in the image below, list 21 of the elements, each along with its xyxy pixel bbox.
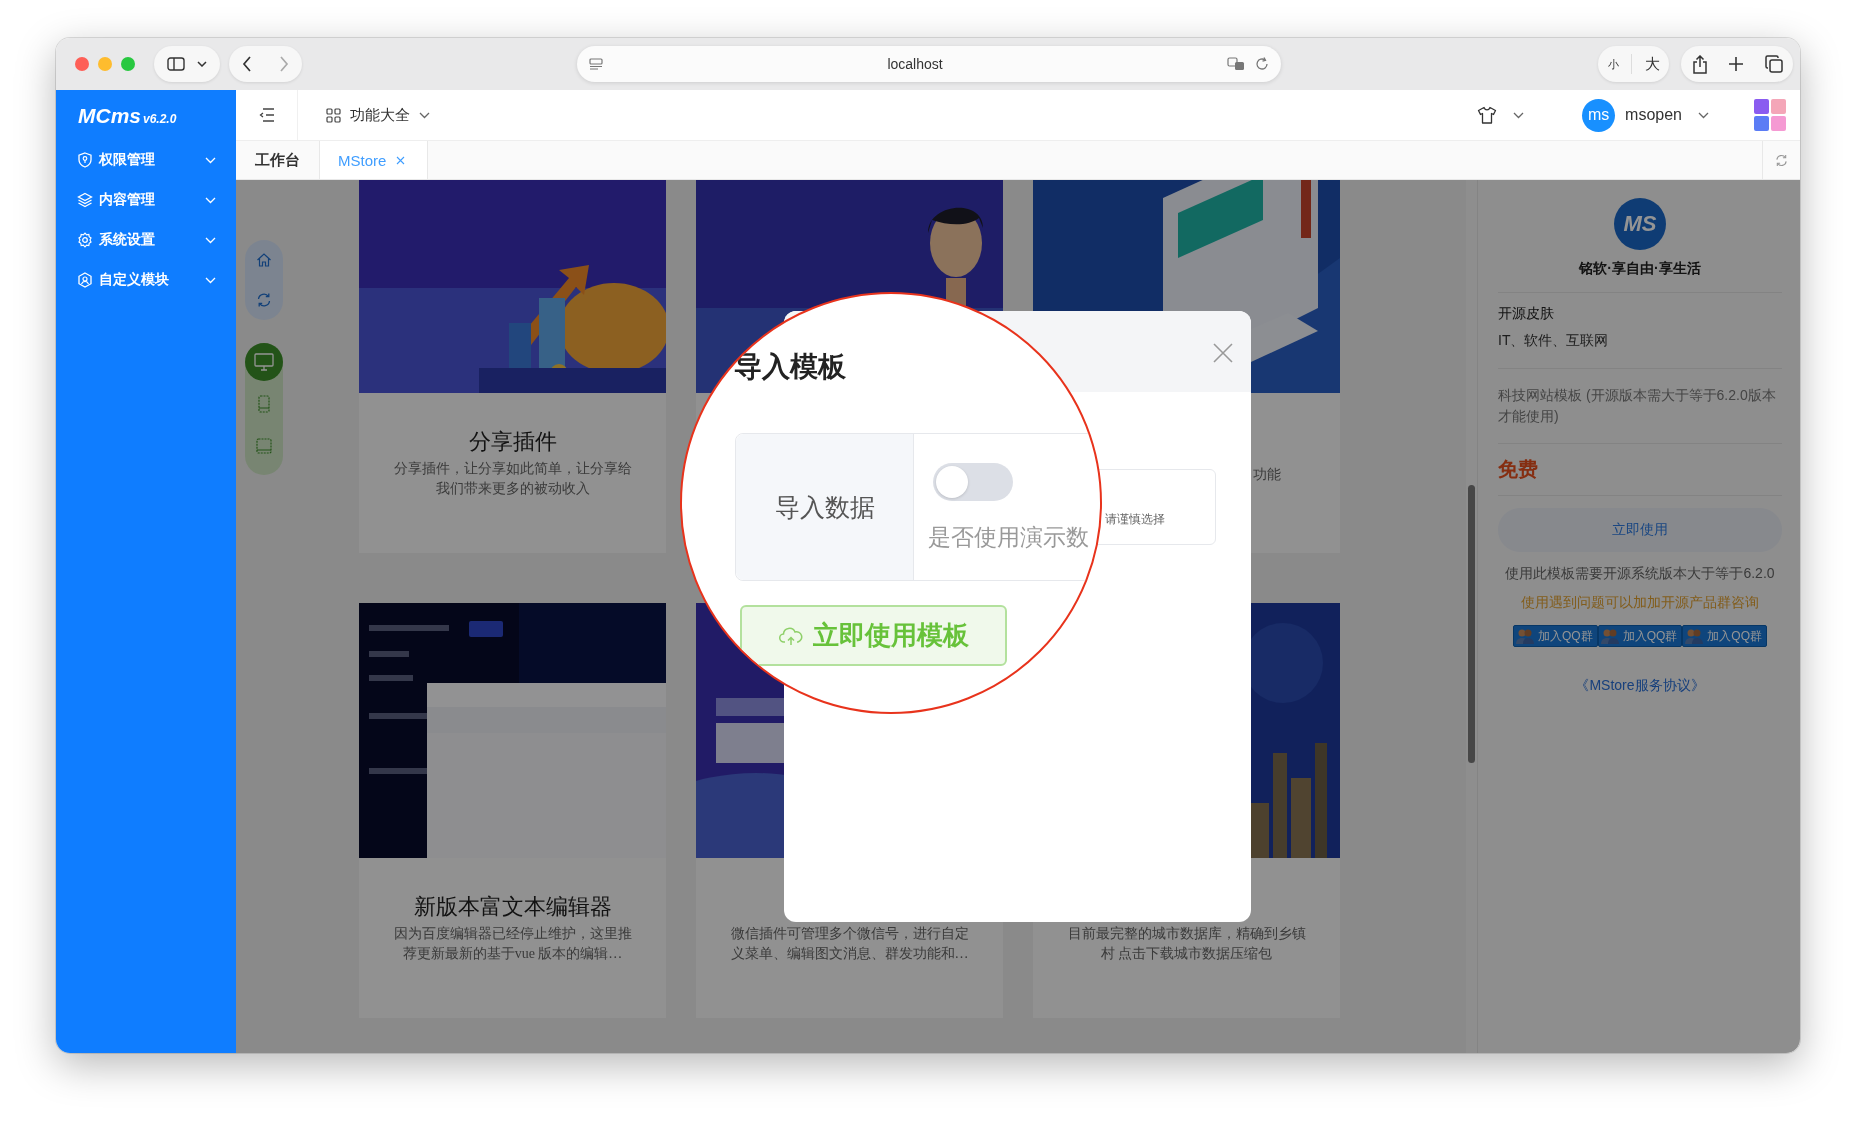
hint-text: 请谨慎选择 xyxy=(1105,511,1165,528)
help-note: 使用遇到问题可以加加开源产品群咨询 xyxy=(1520,594,1760,612)
card-description: 因为百度编辑器已经停止维护，这里推荐更新最新的基于vue 版本的编辑… xyxy=(392,925,633,963)
template-name: 开源皮肤 xyxy=(1498,305,1555,323)
card-description: 目前最完整的城市数据库，精确到乡镇村 点击下载城市数据压缩包 xyxy=(1066,925,1307,963)
requirement-note: 使用此模板需要开源系统版本大于等于6.2.0 xyxy=(1504,565,1776,583)
brand-logo: MS xyxy=(1614,198,1666,250)
card-description: 功能 xyxy=(1253,466,1281,484)
avatar: ms xyxy=(1582,98,1616,132)
template-summary: 科技网站模板 (开源版本需大于等于6.2.0版本才能使用) xyxy=(1498,386,1777,426)
field-hint: 是否使用演示数 xyxy=(928,523,1089,552)
price: 免费 xyxy=(1498,457,1539,482)
template-category: IT、软件、互联网 xyxy=(1498,332,1610,350)
card-description: 分享插件，让分享如此简单，让分享给我们带来更多的被动收入 xyxy=(392,460,633,498)
field-label: 导入数据 xyxy=(736,434,914,580)
card-description: 微信插件可管理多个微信号，进行自定义菜单、编辑图文消息、群发功能和… xyxy=(729,925,970,963)
slogan: 铭软·享自由·享生活 xyxy=(1577,260,1702,278)
app-logo: MCms v6.2.0 xyxy=(77,103,178,129)
url-text: localhost xyxy=(886,56,944,72)
card-title: 分享插件 xyxy=(468,428,557,456)
card-title: 新版本富文本编辑器 xyxy=(413,893,612,921)
